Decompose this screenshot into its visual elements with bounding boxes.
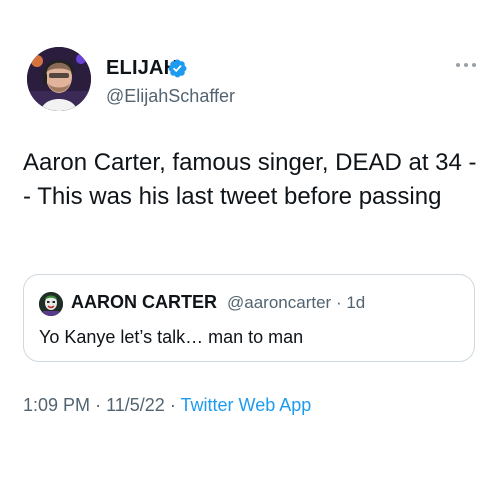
verified-badge-icon: [168, 59, 187, 78]
quoted-author-avatar: [39, 292, 63, 316]
tweet-date[interactable]: 11/5/22: [106, 395, 165, 415]
quoted-tweet[interactable]: AARON CARTER @aaroncarter · 1d Yo Kanye …: [23, 274, 475, 362]
quoted-author-display-name: AARON CARTER: [71, 292, 217, 312]
quoted-tweet-meta: @aaroncarter · 1d: [227, 293, 365, 313]
quoted-tweet-text: Yo Kanye let’s talk… man to man: [39, 327, 304, 347]
tweet-text: Aaron Carter, famous singer, DEAD at 34 …: [23, 149, 477, 210]
quoted-author-handle: @aaroncarter: [227, 293, 332, 312]
more-options-icon[interactable]: [455, 62, 477, 68]
author-avatar[interactable]: [27, 47, 91, 111]
author-handle[interactable]: @ElijahSchaffer: [106, 86, 235, 107]
tweet-card: ELIJAH @ElijahSchaffer Aaron Carter, fam…: [0, 0, 500, 493]
quoted-tweet-age: 1d: [346, 293, 366, 312]
footer-separator: ·: [95, 395, 102, 415]
tweet-time[interactable]: 1:09 PM: [23, 395, 90, 415]
tweet-source-link[interactable]: Twitter Web App: [181, 395, 312, 415]
footer-separator: ·: [169, 395, 176, 415]
tweet-footer: 1:09 PM · 11/5/22 · Twitter Web App: [23, 395, 311, 416]
meta-separator: ·: [335, 293, 342, 312]
